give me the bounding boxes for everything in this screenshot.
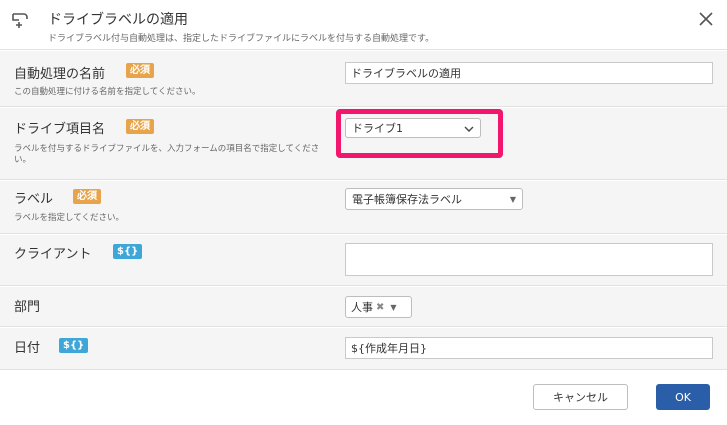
- date-input[interactable]: ${作成年月日}: [345, 337, 713, 359]
- field-row-drive-item: ドライブ項目名 必須 ラベルを付与するドライブファイルを、入力フォームの項目名で…: [0, 108, 727, 180]
- field-row-name: 自動処理の名前 必須 この自動処理に付ける名前を指定してください。 ドライブラベ…: [0, 51, 727, 107]
- dialog-title: ドライブラベルの適用: [48, 12, 188, 28]
- triangle-down-icon: ▼: [509, 194, 516, 204]
- dialog-header: ドライブラベルの適用 ドライブラベル付与自動処理は、指定したドライブファイルにラ…: [0, 0, 727, 50]
- dialog-footer: キャンセル OK: [0, 370, 727, 425]
- department-tag-select[interactable]: 人事 ✖ ▼: [345, 296, 412, 318]
- required-badge: 必須: [126, 119, 154, 134]
- field-desc-label: ラベルを指定してください。: [14, 213, 124, 223]
- dialog-description: ドライブラベル付与自動処理は、指定したドライブファイルにラベルを付与する自動処理…: [48, 34, 435, 44]
- required-badge: 必須: [73, 189, 101, 204]
- field-label-name: 自動処理の名前: [14, 67, 106, 82]
- field-desc-drive-item: ラベルを付与するドライブファイルを、入力フォームの項目名で指定してください。: [14, 144, 320, 165]
- triangle-down-icon: ▼: [390, 302, 397, 312]
- cancel-button[interactable]: キャンセル: [533, 384, 628, 410]
- drive-item-selected: ドライブ1: [352, 122, 403, 135]
- variable-badge: ${}: [59, 338, 89, 353]
- field-label-department: 部門: [14, 300, 41, 315]
- field-row-label: ラベル 必須 ラベルを指定してください。 電子帳簿保存法ラベル ▼: [0, 181, 727, 234]
- remove-tag-icon[interactable]: ✖: [376, 302, 384, 313]
- field-row-date: 日付 ${} ${作成年月日}: [0, 328, 727, 370]
- label-selected: 電子帳簿保存法ラベル: [352, 193, 462, 206]
- department-tag: 人事: [351, 301, 373, 314]
- field-desc-name: この自動処理に付ける名前を指定してください。: [14, 87, 201, 97]
- ok-button[interactable]: OK: [656, 384, 710, 410]
- name-input[interactable]: ドライブラベルの適用: [345, 62, 713, 84]
- field-label-date: 日付: [14, 341, 41, 356]
- field-row-department: 部門 人事 ✖ ▼: [0, 287, 727, 327]
- chevron-down-icon: [464, 122, 474, 135]
- required-badge: 必須: [126, 63, 154, 78]
- drive-item-select[interactable]: ドライブ1: [345, 118, 481, 138]
- field-label-label: ラベル: [14, 192, 54, 207]
- field-row-client: クライアント ${}: [0, 235, 727, 286]
- add-automation-icon: [10, 10, 30, 30]
- client-input[interactable]: [345, 243, 713, 276]
- variable-badge: ${}: [113, 244, 143, 259]
- label-select[interactable]: 電子帳簿保存法ラベル ▼: [345, 188, 523, 210]
- close-icon[interactable]: [697, 10, 715, 28]
- field-label-client: クライアント: [14, 247, 92, 262]
- field-label-drive-item: ドライブ項目名: [14, 122, 106, 137]
